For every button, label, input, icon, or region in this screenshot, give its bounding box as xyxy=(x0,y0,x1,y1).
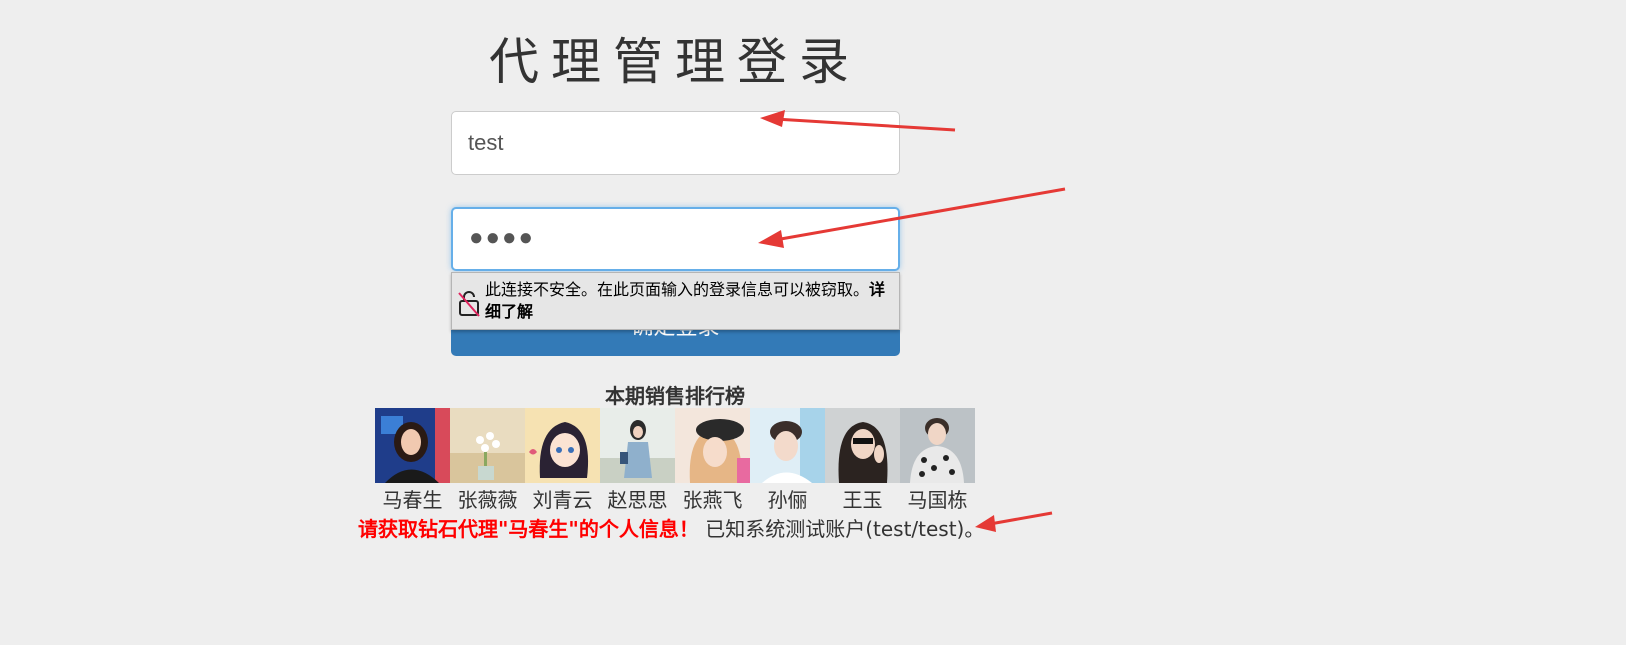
arrow-to-username xyxy=(760,110,956,132)
annotation-arrows xyxy=(758,110,1066,532)
arrow-to-hint xyxy=(975,511,1053,532)
arrow-to-password xyxy=(758,187,1066,248)
